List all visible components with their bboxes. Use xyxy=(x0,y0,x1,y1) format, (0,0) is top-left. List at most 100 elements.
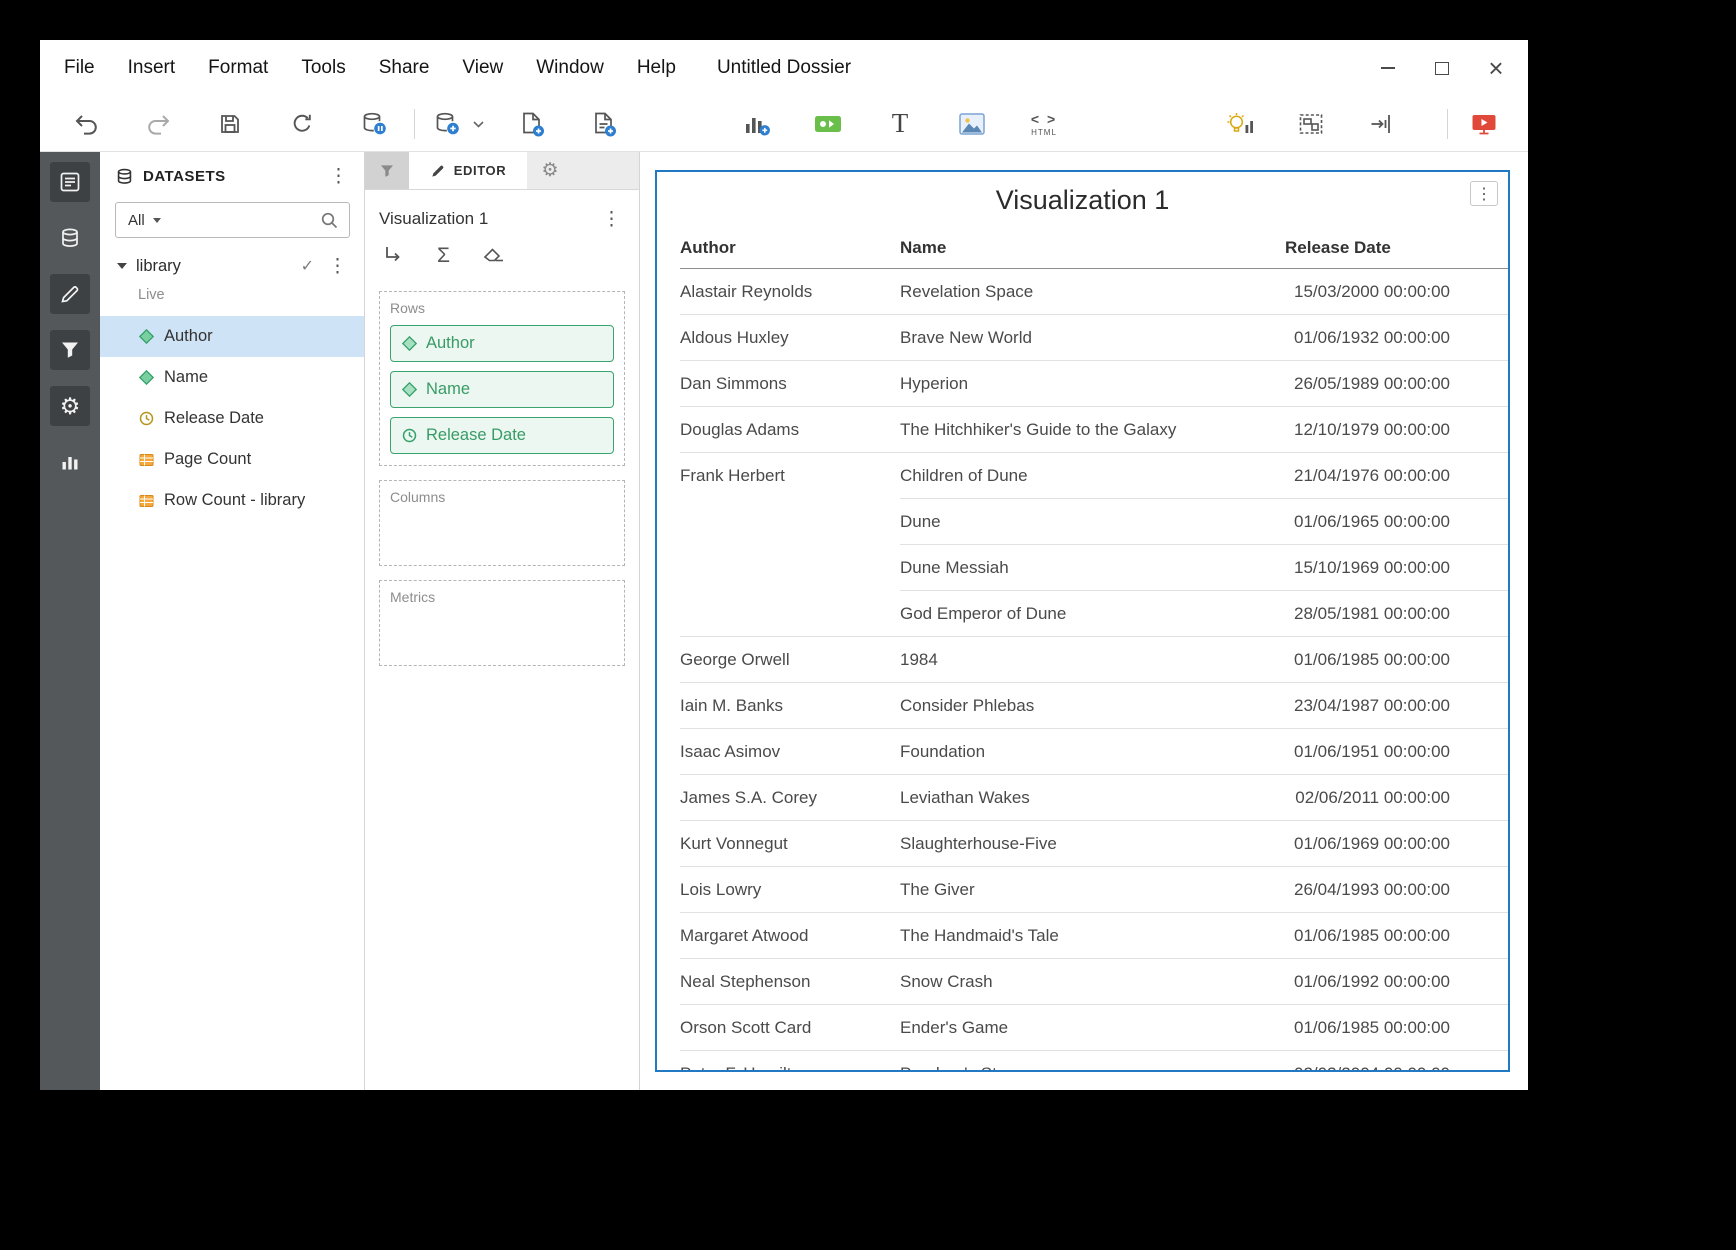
cell-release-date[interactable]: 01/06/1965 00:00:00 xyxy=(1285,499,1508,545)
dataset-field-name[interactable]: Name xyxy=(100,357,364,398)
cell-release-date[interactable]: 02/06/2011 00:00:00 xyxy=(1285,775,1508,821)
cell-author[interactable]: Iain M. Banks xyxy=(680,683,900,729)
cell-author[interactable]: Aldous Huxley xyxy=(680,315,900,361)
tab-editor[interactable]: EDITOR xyxy=(409,152,527,189)
rail-settings-button[interactable]: ⚙ xyxy=(50,386,90,426)
cell-author[interactable] xyxy=(680,591,900,637)
cell-name[interactable]: The Hitchhiker's Guide to the Galaxy xyxy=(900,407,1285,453)
visualization-options-button[interactable]: ⋮ xyxy=(1470,181,1498,206)
cell-author[interactable] xyxy=(680,545,900,591)
insert-filter-panel-button[interactable] xyxy=(808,103,848,145)
present-button[interactable] xyxy=(1464,103,1504,145)
cell-release-date[interactable]: 01/06/1985 00:00:00 xyxy=(1285,1005,1508,1051)
rail-datasets-button[interactable] xyxy=(50,218,90,258)
tab-filter[interactable] xyxy=(365,152,409,189)
cell-release-date[interactable]: 21/04/1976 00:00:00 xyxy=(1285,453,1508,499)
datasets-menu-button[interactable]: ⋮ xyxy=(325,167,352,186)
new-page-button[interactable] xyxy=(512,103,552,145)
cell-author[interactable]: Margaret Atwood xyxy=(680,913,900,959)
dock-panel-button[interactable] xyxy=(1361,103,1401,145)
cell-author[interactable]: Frank Herbert xyxy=(680,453,900,499)
cell-author[interactable]: James S.A. Corey xyxy=(680,775,900,821)
menu-view[interactable]: View xyxy=(462,57,503,79)
metrics-drop-zone[interactable]: Metrics xyxy=(379,580,625,666)
tree-expand-icon[interactable] xyxy=(117,263,127,269)
dataset-field-row-count-library[interactable]: Row Count - library xyxy=(100,480,364,521)
swap-axes-button[interactable] xyxy=(383,244,405,269)
column-header-name[interactable]: Name xyxy=(900,228,1285,269)
column-header-author[interactable]: Author xyxy=(680,228,900,269)
menu-insert[interactable]: Insert xyxy=(128,57,176,79)
cell-author[interactable]: Dan Simmons xyxy=(680,361,900,407)
cell-release-date[interactable]: 01/06/1932 00:00:00 xyxy=(1285,315,1508,361)
cell-name[interactable]: Revelation Space xyxy=(900,269,1285,315)
dataset-search[interactable]: All xyxy=(115,202,350,238)
cell-name[interactable]: Leviathan Wakes xyxy=(900,775,1285,821)
cell-release-date[interactable]: 23/04/1987 00:00:00 xyxy=(1285,683,1508,729)
dataset-status-button[interactable] xyxy=(354,103,394,145)
cell-name[interactable]: The Handmaid's Tale xyxy=(900,913,1285,959)
visualization-menu-button[interactable]: ⋮ xyxy=(598,210,625,229)
rail-filter-button[interactable] xyxy=(50,330,90,370)
totals-button[interactable]: Σ xyxy=(437,244,450,268)
search-icon[interactable] xyxy=(320,211,339,230)
rows-chip-author[interactable]: Author xyxy=(390,325,614,362)
cell-release-date[interactable]: 28/05/1981 00:00:00 xyxy=(1285,591,1508,637)
cell-name[interactable]: 1984 xyxy=(900,637,1285,683)
cell-release-date[interactable]: 15/03/2000 00:00:00 xyxy=(1285,269,1508,315)
cell-name[interactable]: Foundation xyxy=(900,729,1285,775)
insights-button[interactable] xyxy=(1221,103,1261,145)
cell-author[interactable]: Kurt Vonnegut xyxy=(680,821,900,867)
add-data-chevron[interactable] xyxy=(473,115,484,133)
dataset-item-menu-button[interactable]: ⋮ xyxy=(324,257,351,276)
cell-release-date[interactable]: 26/05/1989 00:00:00 xyxy=(1285,361,1508,407)
menu-share[interactable]: Share xyxy=(379,57,430,79)
rows-chip-name[interactable]: Name xyxy=(390,371,614,408)
cell-name[interactable]: Snow Crash xyxy=(900,959,1285,1005)
cell-author[interactable]: Peter F. Hamilton xyxy=(680,1051,900,1072)
cell-release-date[interactable]: 01/06/1985 00:00:00 xyxy=(1285,637,1508,683)
redo-button[interactable] xyxy=(138,103,178,145)
undo-button[interactable] xyxy=(66,103,106,145)
rail-edit-button[interactable] xyxy=(50,274,90,314)
cell-name[interactable]: Brave New World xyxy=(900,315,1285,361)
cell-name[interactable]: Hyperion xyxy=(900,361,1285,407)
insert-visualization-button[interactable] xyxy=(736,103,776,145)
menu-format[interactable]: Format xyxy=(208,57,268,79)
dataset-tree-item-library[interactable]: library ✓ ⋮ xyxy=(100,250,364,282)
cell-release-date[interactable]: 01/06/1969 00:00:00 xyxy=(1285,821,1508,867)
layout-templates-button[interactable] xyxy=(1291,103,1331,145)
cell-name[interactable]: Dune xyxy=(900,499,1285,545)
cell-release-date[interactable]: 15/10/1969 00:00:00 xyxy=(1285,545,1508,591)
rail-visualizations-button[interactable] xyxy=(50,442,90,482)
cell-release-date[interactable]: 01/06/1951 00:00:00 xyxy=(1285,729,1508,775)
dataset-field-release-date[interactable]: Release Date xyxy=(100,398,364,439)
cell-author[interactable]: Orson Scott Card xyxy=(680,1005,900,1051)
tab-settings[interactable]: ⚙ xyxy=(527,152,573,189)
refresh-button[interactable] xyxy=(282,103,322,145)
menu-file[interactable]: File xyxy=(64,57,95,79)
close-button[interactable]: × xyxy=(1486,58,1506,78)
cell-release-date[interactable]: 26/04/1993 00:00:00 xyxy=(1285,867,1508,913)
cell-release-date[interactable]: 02/03/2004 00:00:00 xyxy=(1285,1051,1508,1072)
menu-window[interactable]: Window xyxy=(536,57,604,79)
insert-html-button[interactable]: < > HTML xyxy=(1024,103,1064,145)
minimize-button[interactable] xyxy=(1378,58,1398,78)
cell-release-date[interactable]: 12/10/1979 00:00:00 xyxy=(1285,407,1508,453)
visualization-card[interactable]: Visualization 1 ⋮ AuthorNameRelease Date… xyxy=(655,170,1510,1072)
cell-release-date[interactable]: 01/06/1985 00:00:00 xyxy=(1285,913,1508,959)
cell-name[interactable]: Pandora's Star xyxy=(900,1051,1285,1072)
dataset-field-author[interactable]: Author xyxy=(100,316,364,357)
menu-help[interactable]: Help xyxy=(637,57,676,79)
cell-author[interactable]: George Orwell xyxy=(680,637,900,683)
cell-author[interactable]: Neal Stephenson xyxy=(680,959,900,1005)
cell-author[interactable] xyxy=(680,499,900,545)
rows-chip-release-date[interactable]: Release Date xyxy=(390,417,614,454)
cell-author[interactable]: Lois Lowry xyxy=(680,867,900,913)
dataset-field-page-count[interactable]: Page Count xyxy=(100,439,364,480)
rows-drop-zone[interactable]: Rows AuthorNameRelease Date xyxy=(379,291,625,466)
column-header-release-date[interactable]: Release Date xyxy=(1285,228,1508,269)
cell-name[interactable]: Consider Phlebas xyxy=(900,683,1285,729)
cell-author[interactable]: Alastair Reynolds xyxy=(680,269,900,315)
clear-button[interactable] xyxy=(482,244,506,269)
